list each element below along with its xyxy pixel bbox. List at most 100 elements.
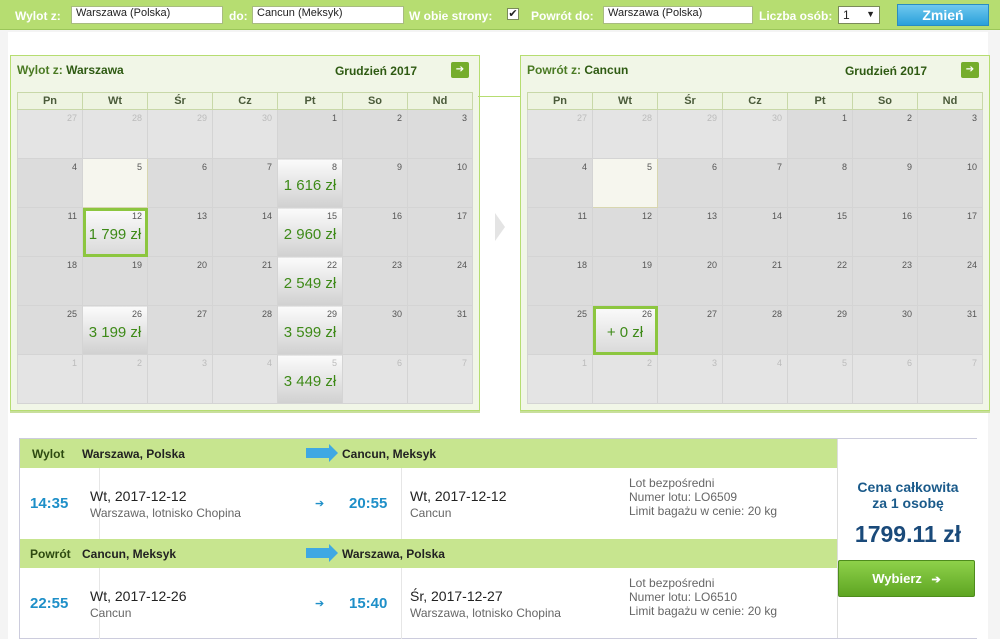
calendar-day: 30 xyxy=(722,109,788,159)
calendar-day: 4 xyxy=(722,354,788,404)
calendar-day: 15 xyxy=(787,207,853,257)
calendar-day: 17 xyxy=(917,207,983,257)
outbound-flight-details: 14:35 Wt, 2017-12-12 Warszawa, lotnisko … xyxy=(20,468,837,539)
calendar-day: 31 xyxy=(917,305,983,355)
calendar-day[interactable]: 5 3 449 zł xyxy=(277,354,343,404)
day-number: 11 xyxy=(577,211,587,221)
calendar-day[interactable]: 26 3 199 zł xyxy=(82,305,148,355)
return-dep-time: 22:55 xyxy=(30,595,69,612)
calendar-day: 28 xyxy=(82,109,148,159)
weekday-label: Cz xyxy=(212,92,278,110)
outbound-calendar: Wylot z: Warszawa Grudzień 2017 ➔ Pn Wt Śr… xyxy=(10,55,480,411)
calendar-day: 2 xyxy=(82,354,148,404)
day-number: 7 xyxy=(971,358,977,368)
return-input[interactable]: Warszawa (Polska) xyxy=(603,6,753,24)
day-number: 7 xyxy=(266,162,272,172)
calendar-day: 24 xyxy=(917,256,983,306)
day-number: 7 xyxy=(776,162,782,172)
calendar-day: 3 xyxy=(407,109,473,159)
calendar-day: 27 xyxy=(17,109,83,159)
day-number: 15 xyxy=(836,211,847,221)
to-input[interactable]: Cancun (Meksyk) xyxy=(252,6,404,24)
day-number: 4 xyxy=(71,162,77,172)
divider xyxy=(401,568,402,639)
day-number: 19 xyxy=(131,260,142,270)
calendar-day: 2 xyxy=(342,109,408,159)
day-number: 15 xyxy=(326,211,337,221)
calendar-day: 27 xyxy=(657,305,723,355)
flight-summary: Wylot Warszawa, Polska Cancun, Meksyk 14… xyxy=(19,438,977,639)
return-info-number: Numer lotu: LO6510 xyxy=(629,590,738,604)
day-number: 1 xyxy=(581,358,587,368)
calendar-day: 7 xyxy=(407,354,473,404)
weekday-label: So xyxy=(852,92,918,110)
next-month-arrow-icon[interactable]: ➔ xyxy=(961,62,979,78)
day-number: 1 xyxy=(841,113,847,123)
day-number: 28 xyxy=(261,309,272,319)
day-number: 12 xyxy=(131,211,142,221)
price-box: Cena całkowita za 1 osobę 1799.11 zł Wyb… xyxy=(837,439,977,638)
calendar-day: 24 xyxy=(407,256,473,306)
day-number: 27 xyxy=(66,113,77,123)
return-flight-info: Lot bezpośredni Numer lotu: LO6510 Limit… xyxy=(629,576,777,618)
calendar-day[interactable]: 15 2 960 zł xyxy=(277,207,343,257)
day-number: 20 xyxy=(706,260,717,270)
day-number: 25 xyxy=(576,309,587,319)
persons-select[interactable]: 1 ▼ xyxy=(838,6,880,24)
calendar-day: 4 xyxy=(212,354,278,404)
calendar-day: 5 xyxy=(82,158,148,208)
calendar-day: 6 xyxy=(657,158,723,208)
outbound-title-city: Warszawa xyxy=(66,63,124,77)
calendar-week-row: 25 26 + 0 zł 27 28 29 30 31 xyxy=(527,305,983,355)
day-number: 21 xyxy=(771,260,782,270)
day-number: 2 xyxy=(396,113,402,123)
calendar-week-row: 1 2 3 4 5 6 7 xyxy=(527,354,983,404)
weekday-label: Wt xyxy=(82,92,148,110)
calendar-day: 28 xyxy=(722,305,788,355)
calendar-week-row: 18 19 20 21 22 2 549 zł 23 24 xyxy=(17,256,473,306)
calendar-day: 19 xyxy=(82,256,148,306)
weekday-label: Pt xyxy=(277,92,343,110)
calendar-day: 29 xyxy=(657,109,723,159)
calendar-day[interactable]: 8 1 616 zł xyxy=(277,158,343,208)
day-number: 6 xyxy=(711,162,717,172)
roundtrip-checkbox[interactable]: ✔ xyxy=(507,8,519,20)
calendar-day[interactable]: 29 3 599 zł xyxy=(277,305,343,355)
day-number: 30 xyxy=(261,113,272,123)
calendar-day[interactable]: 22 2 549 zł xyxy=(277,256,343,306)
from-input[interactable]: Warszawa (Polska) xyxy=(71,6,223,24)
day-number: 26 xyxy=(131,309,142,319)
day-number: 23 xyxy=(901,260,912,270)
day-number: 10 xyxy=(456,162,467,172)
day-number: 3 xyxy=(971,113,977,123)
divider xyxy=(401,468,402,539)
day-number: 8 xyxy=(841,162,847,172)
outbound-flight-bar: Wylot Warszawa, Polska Cancun, Meksyk xyxy=(20,439,837,468)
day-number: 12 xyxy=(641,211,652,221)
select-button[interactable]: Wybierz ➔ xyxy=(838,560,975,597)
route-arrow-icon xyxy=(306,544,338,562)
day-number: 4 xyxy=(776,358,782,368)
calendar-day: 2 xyxy=(852,109,918,159)
change-button[interactable]: Zmień xyxy=(897,4,989,26)
calendar-day-selected[interactable]: 12 1 799 zł xyxy=(82,207,148,257)
calendar-day: 5 xyxy=(787,354,853,404)
day-number: 28 xyxy=(771,309,782,319)
return-arr-airport: Warszawa, lotnisko Chopina xyxy=(410,606,561,620)
outbound-flight-to: Cancun, Meksyk xyxy=(342,447,437,461)
calendar-day-selected[interactable]: 26 + 0 zł xyxy=(592,305,658,355)
calendar-day: 7 xyxy=(917,354,983,404)
day-number: 8 xyxy=(331,162,337,172)
day-number: 26 xyxy=(641,309,652,319)
day-number: 17 xyxy=(456,211,467,221)
day-number: 19 xyxy=(641,260,652,270)
day-number: 21 xyxy=(261,260,272,270)
outbound-title-prefix: Wylot z: xyxy=(17,63,63,77)
calendar-day: 2 xyxy=(592,354,658,404)
calendar-day: 11 xyxy=(17,207,83,257)
day-number: 28 xyxy=(131,113,142,123)
next-month-arrow-icon[interactable]: ➔ xyxy=(451,62,469,78)
outbound-dep-date: Wt, 2017-12-12 xyxy=(90,488,187,504)
day-number: 30 xyxy=(901,309,912,319)
day-number: 3 xyxy=(461,113,467,123)
